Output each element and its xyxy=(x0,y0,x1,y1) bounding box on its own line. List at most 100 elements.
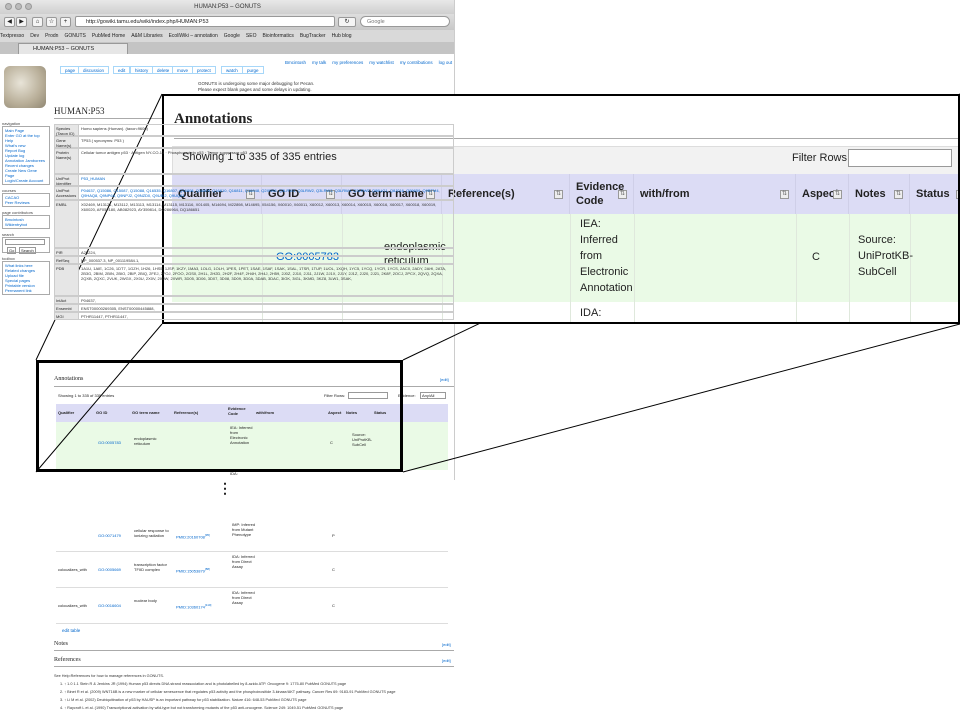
bookmark-item[interactable]: GONUTS xyxy=(64,33,85,39)
reference-item: 4. ↑ Raycroft L et al. (1990) Transcript… xyxy=(60,706,344,710)
bookmark-item[interactable]: Hub blog xyxy=(332,33,352,39)
pmid-link[interactable]: PMID:15053879 xyxy=(176,568,205,573)
infobox-value: NP_000537.3, NP_001119584.1, xyxy=(81,258,140,263)
zoom-column-header[interactable]: Reference(s) ⇅ xyxy=(442,174,570,214)
sidebar-nav-item[interactable]: Create New Gene Page xyxy=(5,168,47,178)
table-row: colocalizes_with GO:0016604 nuclear body PM… xyxy=(56,588,448,624)
close-window-icon[interactable] xyxy=(5,3,12,10)
zoom-column-header[interactable]: Status ⇅ xyxy=(910,174,958,214)
infobox-label: PDB xyxy=(55,265,79,295)
references-edit-link[interactable]: [edit] xyxy=(442,658,451,663)
bookmark-item[interactable]: SEO xyxy=(246,33,257,39)
sidebar-contributors-item[interactable]: Wikientrybot xyxy=(5,222,47,227)
bookmark-item[interactable]: Bioinformatics xyxy=(262,33,293,39)
infobox-row: Species (Taxon ID) Homo sapiens (Human). … xyxy=(54,124,454,136)
tab-move[interactable]: move xyxy=(172,66,194,74)
sort-icon[interactable]: ⇅ xyxy=(618,189,627,199)
tab-discussion[interactable]: discussion xyxy=(78,66,110,74)
zoom-window-icon[interactable] xyxy=(25,3,32,10)
infobox-label: RefSeq xyxy=(55,257,79,263)
annotations-edit-link[interactable]: [edit] xyxy=(440,377,449,382)
forward-arrow-icon[interactable]: ▶ xyxy=(16,17,27,27)
bookmark-item[interactable]: PubMed Home xyxy=(92,33,125,39)
infobox-label: Species (Taxon ID) xyxy=(55,125,79,136)
window-title-bar: HUMAN:P53 – GONUTS xyxy=(0,0,454,14)
bookmark-item[interactable]: Dev xyxy=(30,33,39,39)
bookmark-icon[interactable]: ☆ xyxy=(46,17,57,27)
tab-delete[interactable]: delete xyxy=(152,66,175,74)
infobox-label: IntAct xyxy=(55,297,79,303)
pmid-link[interactable]: PMID:10360174 xyxy=(176,604,205,609)
bookmark-item[interactable]: Google xyxy=(224,33,240,39)
home-icon[interactable]: ⌂ xyxy=(32,17,43,27)
bookmark-item[interactable]: EcoliWiki – annotation xyxy=(169,33,218,39)
sidebar-search-input[interactable] xyxy=(5,239,45,245)
zoom-column-header[interactable]: Notes ⇅ xyxy=(849,174,910,214)
pmid-link[interactable]: PMID:20160708 xyxy=(176,534,205,539)
bookmark-item[interactable]: Textpresso xyxy=(0,33,24,39)
reload-icon[interactable]: ↻ xyxy=(338,17,356,27)
personal-link[interactable]: my preferences xyxy=(332,60,363,65)
browser-toolbar: ◀ ▶ ⌂ ☆ + http://gowiki.tamu.edu/wiki/in… xyxy=(0,14,454,30)
tab-purge[interactable]: purge xyxy=(242,66,264,74)
zoom-notes-line: UniProtKB- xyxy=(858,250,914,262)
tab-watch[interactable]: watch xyxy=(221,66,243,74)
bookmark-item[interactable]: Prodn xyxy=(45,33,58,39)
sort-icon[interactable]: ⇅ xyxy=(894,189,903,199)
sidebar-toolbox-item[interactable]: Permanent link xyxy=(5,288,47,293)
notes-edit-link[interactable]: [edit] xyxy=(442,642,451,647)
tab-history[interactable]: history xyxy=(130,66,154,74)
back-arrow-icon[interactable]: ◀ xyxy=(4,17,15,27)
site-logo[interactable] xyxy=(4,66,46,108)
page-title: HUMAN:P53 xyxy=(54,106,105,116)
sidebar-courses-item[interactable]: Peer Reviews xyxy=(5,200,47,205)
zoom-column-header[interactable]: Aspect ⇅ xyxy=(796,174,849,214)
site-notice: GONUTS is undergoing some major debuggin… xyxy=(198,81,314,93)
sidebar-search-button[interactable]: Search xyxy=(19,247,36,254)
personal-link[interactable]: log out xyxy=(439,60,453,65)
tab-edit[interactable]: edit xyxy=(113,66,131,74)
infobox-row: UniProt Identifier P53_HUMAN xyxy=(54,174,454,186)
address-bar[interactable]: http://gowiki.tamu.edu/wiki/index.php/HU… xyxy=(75,16,335,27)
zoom-column-header[interactable]: with/from ⇅ xyxy=(634,174,796,214)
infobox-label: EMBL xyxy=(55,201,79,247)
sidebar-nav-item[interactable]: Login/Create Account xyxy=(5,178,47,183)
zoom-column-label: Aspect xyxy=(802,188,839,200)
sort-icon[interactable]: ⇅ xyxy=(780,189,789,199)
bookmark-item[interactable]: BugTracker xyxy=(300,33,326,39)
zoom-evidence-cell: IDA: xyxy=(580,307,602,319)
ref-number[interactable]: [88] xyxy=(205,567,210,571)
edit-table-link[interactable]: edit table xyxy=(62,628,80,633)
personal-link[interactable]: Bmcintosh xyxy=(285,60,306,65)
sort-icon[interactable]: ⇅ xyxy=(554,189,563,199)
infobox-value: TP53 ( synonyms: P53 ) xyxy=(81,138,124,143)
zoom-filter-rows-input[interactable] xyxy=(848,149,952,167)
personal-link[interactable]: my talk xyxy=(312,60,326,65)
zoom-column-header[interactable]: Evidence Code ⇅ xyxy=(570,174,634,214)
sort-icon[interactable]: ⇅ xyxy=(956,189,958,199)
minimize-window-icon[interactable] xyxy=(15,3,22,10)
add-tab-icon[interactable]: + xyxy=(60,17,71,27)
tab-page[interactable]: page xyxy=(60,66,81,74)
tab-protect[interactable]: protect xyxy=(192,66,216,74)
sidebar-go-button[interactable]: Go xyxy=(7,247,17,254)
ref-number[interactable]: [95] xyxy=(205,533,210,537)
personal-link[interactable]: my watchlist xyxy=(369,60,394,65)
go-id-link[interactable]: GO:0016604 xyxy=(98,603,121,608)
zoom-notes-cell: Source: UniProtKB- SubCell xyxy=(858,232,913,280)
zoom-column-label: Notes xyxy=(855,188,886,200)
evidence-filter-select[interactable]: Any/All xyxy=(420,392,446,399)
references-list: See Help:References for how to manage re… xyxy=(54,672,454,712)
infobox-row: UniProt Accessions P04637, Q15086, Q15087… xyxy=(54,186,454,200)
sort-icon[interactable]: ⇅ xyxy=(833,189,842,199)
go-id-link[interactable]: GO:0071479 xyxy=(98,533,121,538)
personal-link[interactable]: my contributions xyxy=(400,60,433,65)
notes-heading: Notes xyxy=(54,641,68,647)
sidebar-contributors-box: Bmcintosh Wikientrybot xyxy=(2,215,50,229)
go-id-link[interactable]: GO:0005669 xyxy=(98,567,121,572)
ref-number[interactable]: [110] xyxy=(205,603,211,607)
bookmark-item[interactable]: A&M Libraries xyxy=(131,33,162,39)
zoom-highlight-frame xyxy=(36,360,403,472)
browser-tab[interactable]: HUMAN:P53 – GONUTS xyxy=(18,43,128,54)
browser-search-field[interactable]: Google xyxy=(360,16,450,27)
